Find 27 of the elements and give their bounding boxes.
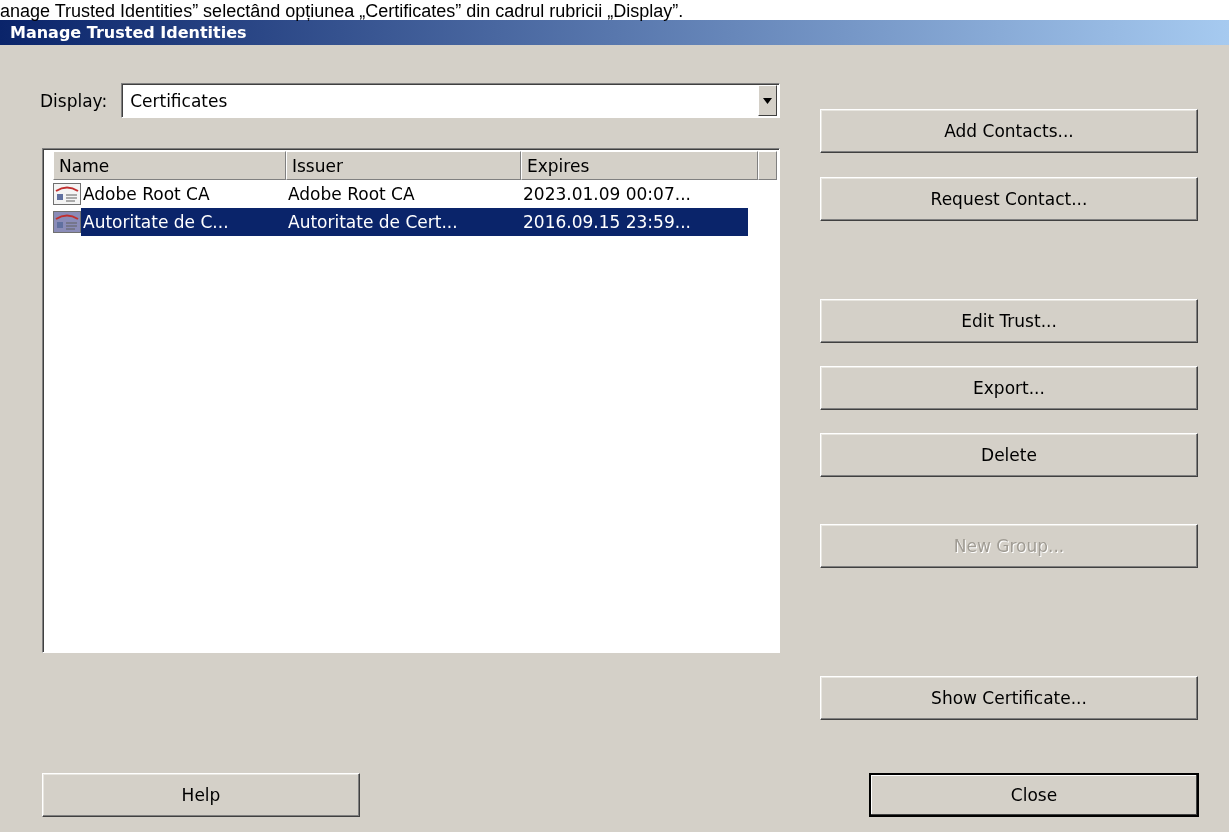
column-header bbox=[758, 151, 777, 180]
display-value: Certificates bbox=[130, 90, 228, 111]
help-button[interactable]: Help bbox=[42, 773, 360, 817]
window-title: Manage Trusted Identities bbox=[0, 20, 1229, 45]
table-cell-text: Autoritate de Cert... bbox=[287, 212, 459, 232]
table-cell-text: Autoritate de C... bbox=[82, 212, 230, 232]
action-button[interactable]: Edit Trust... bbox=[820, 299, 1198, 343]
column-header[interactable]: Name bbox=[53, 151, 286, 180]
certificate-icon bbox=[53, 183, 81, 205]
display-label: Display: bbox=[40, 90, 108, 111]
table-cell-text: Adobe Root CA bbox=[287, 184, 416, 204]
table-row[interactable]: Adobe Root CA Adobe Root CA 2023.01.09 00:07... bbox=[81, 180, 748, 208]
certificate-icon bbox=[53, 211, 81, 233]
table-cell-text: Adobe Root CA bbox=[82, 184, 211, 204]
table-cell-text: 2023.01.09 00:07... bbox=[522, 184, 692, 204]
table-row[interactable]: Autoritate de C... Autoritate de Cert... 2016.09.15 23:59... bbox=[81, 208, 748, 236]
column-header[interactable]: Issuer bbox=[286, 151, 521, 180]
close-button[interactable]: Close bbox=[869, 773, 1199, 817]
action-button[interactable]: Add Contacts... bbox=[820, 109, 1198, 153]
action-button[interactable]: Show Certificate... bbox=[820, 676, 1198, 720]
caption-text: anage Trusted Identities” selectând opțiunea „Certificates” din cadrul rubricii „Display”. bbox=[0, 1, 684, 21]
column-header[interactable]: Expires bbox=[521, 151, 758, 180]
action-button[interactable]: Export... bbox=[820, 366, 1198, 410]
action-button[interactable]: Delete bbox=[820, 433, 1198, 477]
table-cell-text: 2016.09.15 23:59... bbox=[522, 212, 692, 232]
action-button[interactable]: Request Contact... bbox=[820, 177, 1198, 221]
display-dropdown[interactable]: Certificates bbox=[121, 83, 780, 118]
